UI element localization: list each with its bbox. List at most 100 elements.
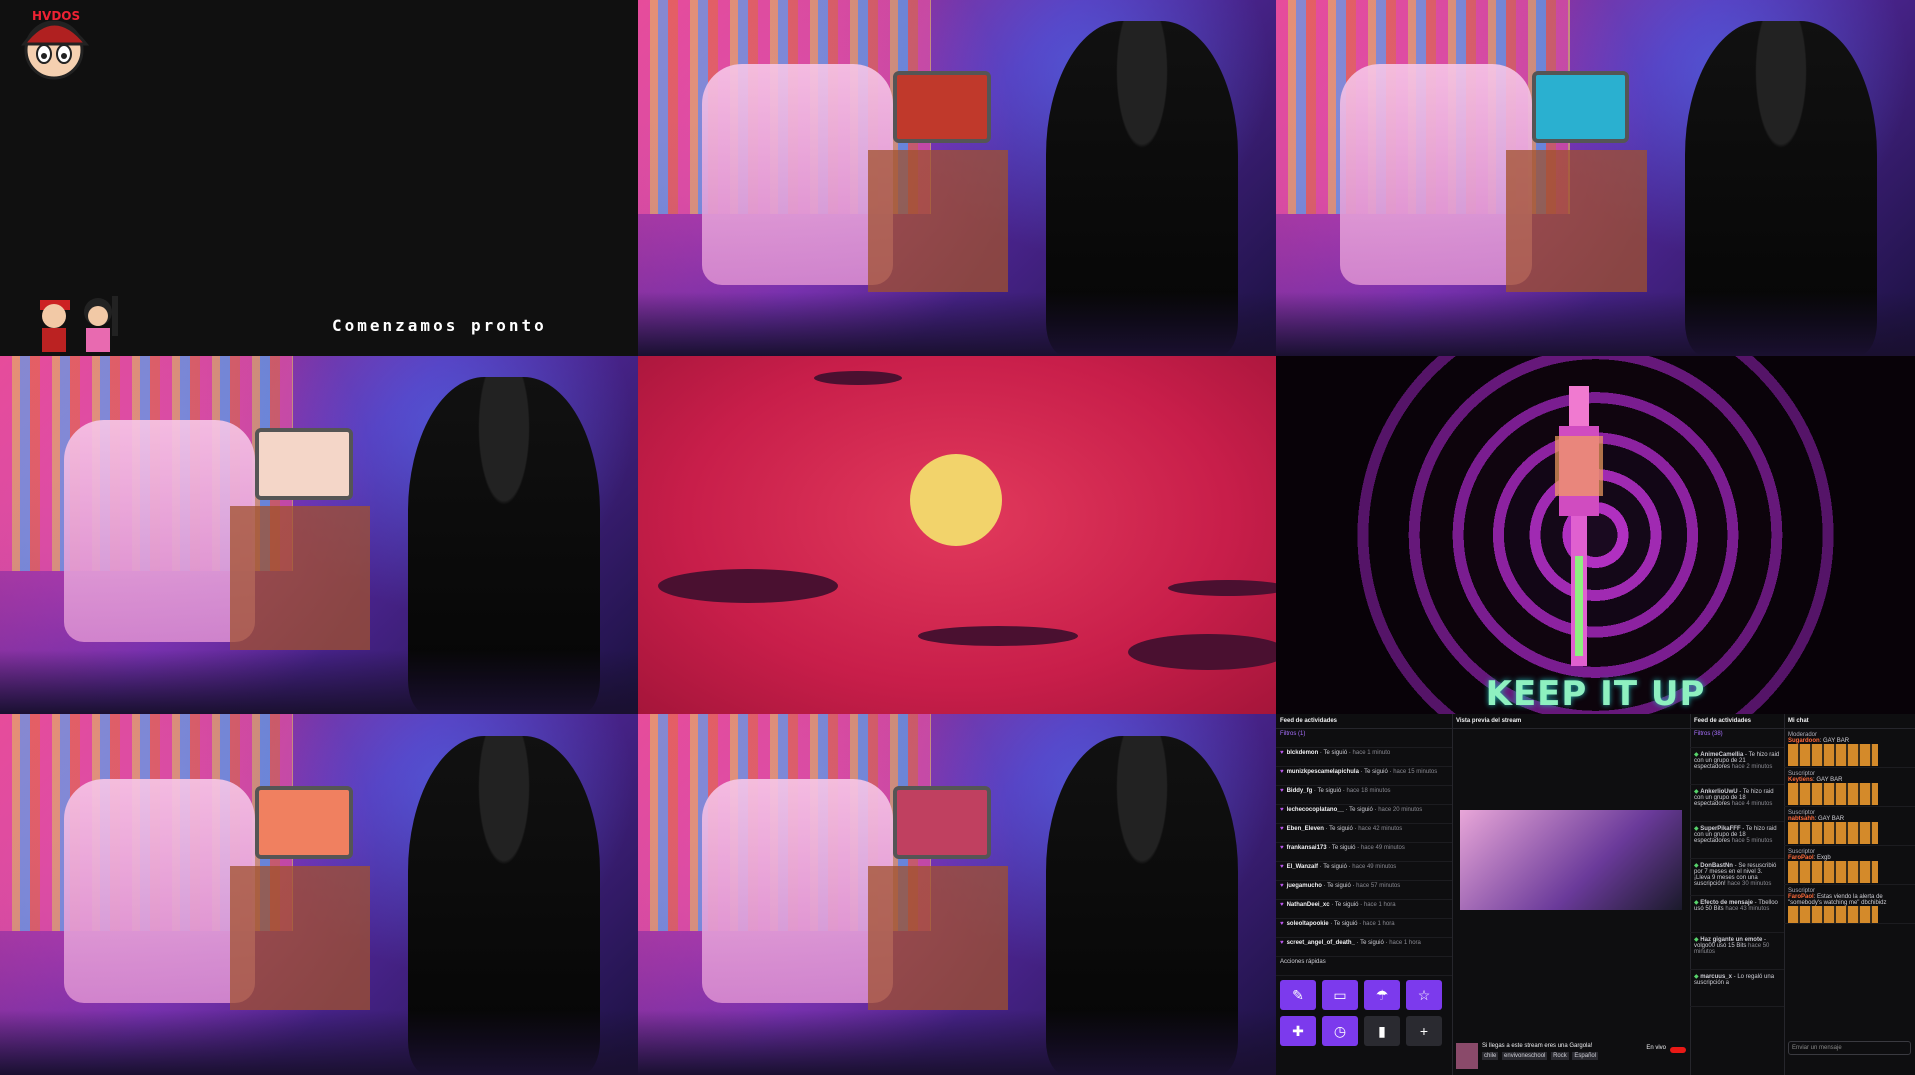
chat-panel: Mi chat Moderador Sugardoon: GAY BAR Susc…	[1784, 714, 1915, 1075]
feed-user[interactable]: Eben_Eleven	[1287, 826, 1324, 832]
chat-message[interactable]: Suscriptor FaroPaol: Exgb	[1784, 846, 1915, 885]
animated-tunnel-scene: KEEP IT UP	[1276, 356, 1915, 714]
feed-time: hace 20 minutos	[1378, 807, 1423, 813]
feed-filters[interactable]: Filtros (1)	[1276, 729, 1452, 748]
heart-icon: ♥	[1280, 826, 1284, 832]
moon-illustration	[658, 371, 1276, 670]
activity-item[interactable]: ◆ AnimeCamellia - Te hizo raid con un gr…	[1690, 748, 1784, 785]
chat-message[interactable]: Suscriptor Keytiens: GAY BAR	[1784, 768, 1915, 807]
feed-user[interactable]: munizkpescamelapichula	[1287, 769, 1359, 775]
feed-user[interactable]: lechecocoplatano__	[1287, 807, 1344, 813]
activity-title[interactable]: Feed de actividades	[1690, 714, 1784, 729]
gaming-chair	[1339, 64, 1532, 285]
feed-item[interactable]: ♥ Biddy_fg · Te siguió · hace 18 minutos	[1276, 786, 1452, 805]
card-icon[interactable]: ▮	[1364, 1016, 1400, 1046]
chat-message[interactable]: Suscriptor FaroPaol: Estas viendo la aler…	[1784, 885, 1915, 924]
tag[interactable]: envivoneschool	[1502, 1052, 1548, 1060]
chat-input[interactable]: Enviar un mensaje	[1788, 1041, 1911, 1055]
heart-icon: ♥	[1280, 864, 1284, 870]
activity-item[interactable]: ◆ AnkerlioUwU - Te hizo raid con un grup…	[1690, 785, 1784, 822]
feed-text: Te siguió	[1334, 902, 1359, 908]
feed-item[interactable]: ♥ Eben_Eleven · Te siguió · hace 42 minut…	[1276, 824, 1452, 843]
stream-clip-room-4	[0, 714, 638, 1075]
crt-monitor	[1531, 71, 1630, 144]
tag[interactable]: Español	[1572, 1052, 1599, 1060]
feed-time: hace 1 hora	[1363, 902, 1396, 908]
activity-item[interactable]: ◆ DonBastNn - Se resuscribió por 7 meses…	[1690, 859, 1784, 896]
heart-icon: ♥	[1280, 769, 1284, 775]
heart-icon: ♥	[1280, 940, 1284, 946]
star-icon[interactable]: ☆	[1406, 980, 1442, 1010]
floor	[1276, 291, 1915, 356]
cloud	[658, 569, 838, 603]
video-grid: HVDOS Comenzamos pronto KEEP IT UP Feed …	[0, 0, 1915, 1075]
crt-monitor	[893, 786, 991, 860]
feed-item[interactable]: ♥ El_Wanzalf · Te siguió · hace 49 minuto…	[1276, 862, 1452, 881]
cloud	[918, 626, 1078, 646]
heart-icon: ♥	[1280, 807, 1284, 813]
feed-time: hace 1 minuto	[1352, 750, 1391, 756]
feed-text: Te siguió	[1317, 788, 1342, 794]
feed-time: hace 1 hora	[1389, 940, 1421, 946]
activity-filters[interactable]: Filtros (38)	[1690, 729, 1784, 748]
feed-text: Te siguió	[1360, 940, 1384, 946]
activity-item[interactable]: ◆ Haz gigante un emote - volgo00 usó 15 …	[1690, 933, 1784, 970]
feed-title[interactable]: Feed de actividades	[1276, 714, 1452, 729]
feed-item[interactable]: ♥ lechecocoplatano__ · Te siguió · hace 2…	[1276, 805, 1452, 824]
feed-item[interactable]: ♥ frankansai173 · Te siguió · hace 49 min…	[1276, 843, 1452, 862]
feed-user[interactable]: juegamucho	[1287, 883, 1322, 889]
feed-user[interactable]: Biddy_fg	[1287, 788, 1313, 794]
feed-time: hace 49 minutos	[1352, 864, 1397, 870]
desk	[229, 865, 371, 1010]
activity-panel: Feed de actividades Filtros (38) ◆ Anime…	[1690, 714, 1785, 1075]
feed-item[interactable]: ♥ soleoltapookie · Te siguió · hace 1 hor…	[1276, 919, 1452, 938]
stream-info: Si llegas a este stream eres una Gargola…	[1456, 1043, 1686, 1071]
feed-item[interactable]: ♥ NathanDeei_xc · Te siguió · hace 1 hora	[1276, 900, 1452, 919]
activity-time: hace 43 minutos	[1725, 906, 1770, 912]
crt-monitor	[893, 71, 991, 144]
feed-item[interactable]: ♥ screet_angel_of_death_ · Te siguió · ha…	[1276, 938, 1452, 957]
gaming-chair	[701, 778, 894, 1003]
stream-clip-room-3	[0, 356, 638, 714]
feed-text: Te siguió	[1333, 921, 1358, 927]
gaming-chair	[63, 778, 256, 1003]
heart-icon: ♥	[1280, 845, 1284, 851]
stream-tags: chile envivoneschool Rock Español	[1482, 1052, 1599, 1060]
chat-message[interactable]: Moderador Sugardoon: GAY BAR	[1784, 729, 1915, 768]
feed-item[interactable]: ♥ blckdemon · Te siguió · hace 1 minuto	[1276, 748, 1452, 767]
feed-user[interactable]: El_Wanzalf	[1287, 864, 1318, 870]
feed-item[interactable]: ♥ munizkpescamelapichula · Te siguió · ha…	[1276, 767, 1452, 786]
feed-user[interactable]: frankansai173	[1287, 845, 1327, 851]
feed-user[interactable]: screet_angel_of_death_	[1287, 940, 1355, 946]
preview-title[interactable]: Vista previa del stream	[1452, 714, 1690, 729]
feed-user[interactable]: soleoltapookie	[1287, 921, 1329, 927]
preview-video[interactable]	[1460, 810, 1682, 910]
feed-list: ♥ blckdemon · Te siguió · hace 1 minuto ♥ m…	[1276, 748, 1452, 957]
activity-item[interactable]: ◆ SuperPikaFFF - Te hizo raid con un gru…	[1690, 822, 1784, 859]
add-user-icon[interactable]: ✚	[1280, 1016, 1316, 1046]
gaming-chair	[701, 64, 894, 285]
edit-icon[interactable]: ✎	[1280, 980, 1316, 1010]
clip-icon[interactable]: ▭	[1322, 980, 1358, 1010]
timer-icon[interactable]: ◷	[1322, 1016, 1358, 1046]
tag[interactable]: chile	[1482, 1052, 1499, 1060]
feed-user[interactable]: NathanDeei_xc	[1287, 902, 1330, 908]
tag[interactable]: Rock	[1551, 1052, 1569, 1060]
feed-text: Te siguió	[1364, 769, 1388, 775]
activity-item[interactable]: ◆ Efecto de mensaje - Tbelloo usó 50 Bit…	[1690, 896, 1784, 933]
feed-user[interactable]: blckdemon	[1287, 750, 1319, 756]
crt-monitor	[255, 786, 353, 860]
chat-title[interactable]: Mi chat	[1784, 714, 1915, 729]
starting-soon-screen: HVDOS Comenzamos pronto	[0, 0, 638, 356]
channel-logo: HVDOS	[20, 9, 90, 80]
ad-icon[interactable]: ☂	[1364, 980, 1400, 1010]
starting-soon-message: Comenzamos pronto	[332, 316, 547, 335]
activity-item[interactable]: ◆ marcuus_x - Lo regaló una suscripción …	[1690, 970, 1784, 1007]
chat-message[interactable]: Suscriptor nabtsahh: GAY BAR	[1784, 807, 1915, 846]
add-action-icon[interactable]: +	[1406, 1016, 1442, 1046]
feed-item[interactable]: ♥ juegamucho · Te siguió · hace 57 minuto…	[1276, 881, 1452, 900]
moon	[910, 454, 1002, 546]
heart-icon: ♥	[1280, 788, 1284, 794]
feed-time: hace 1 hora	[1362, 921, 1395, 927]
live-status: En vivo	[1646, 1045, 1666, 1051]
